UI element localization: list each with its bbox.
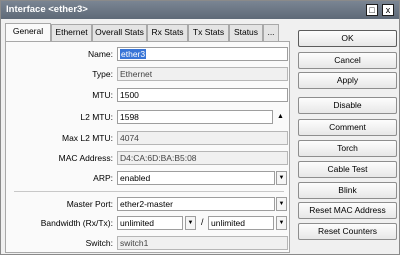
title-bar[interactable]: Interface <ether3> □ x xyxy=(1,1,399,19)
name-label: Name: xyxy=(87,49,113,59)
name-value: ether3 xyxy=(120,49,147,59)
tab-overall-stats[interactable]: Overall Stats xyxy=(92,24,147,41)
disable-button[interactable]: Disable xyxy=(298,97,397,114)
l2mtu-label: L2 MTU: xyxy=(80,112,113,122)
apply-button[interactable]: Apply xyxy=(298,72,397,89)
mac-field: D4:CA:6D:BA:B5:08 xyxy=(117,151,288,165)
blink-button[interactable]: Blink xyxy=(298,182,397,199)
bandwidth-tx-select[interactable]: unlimited xyxy=(208,216,274,230)
tab-more[interactable]: ... xyxy=(263,24,279,41)
torch-button[interactable]: Torch xyxy=(298,140,397,157)
ok-button[interactable]: OK xyxy=(298,30,397,47)
bandwidth-label: Bandwidth (Rx/Tx): xyxy=(40,218,113,228)
bandwidth-rx-select[interactable]: unlimited xyxy=(117,216,183,230)
cable-test-button[interactable]: Cable Test xyxy=(298,161,397,178)
dropdown-triangle-icon[interactable]: ▼ xyxy=(276,216,287,230)
master-port-select[interactable]: ether2-master xyxy=(117,197,275,211)
dropdown-triangle-icon[interactable]: ▼ xyxy=(185,216,196,230)
switch-field: switch1 xyxy=(117,236,288,250)
bandwidth-separator: / xyxy=(201,217,204,227)
reset-counters-button[interactable]: Reset Counters xyxy=(298,223,397,240)
tab-tx-stats[interactable]: Tx Stats xyxy=(188,24,229,41)
window-title: Interface <ether3> xyxy=(6,4,88,15)
arp-select[interactable]: enabled xyxy=(117,171,275,185)
master-port-label: Master Port: xyxy=(66,199,113,209)
mtu-label: MTU: xyxy=(92,90,113,100)
mac-label: MAC Address: xyxy=(58,153,113,163)
name-field[interactable]: ether3 xyxy=(117,47,288,61)
tab-status[interactable]: Status xyxy=(229,24,263,41)
mtu-field[interactable]: 1500 xyxy=(117,88,288,102)
arp-label: ARP: xyxy=(93,173,113,183)
cancel-button[interactable]: Cancel xyxy=(298,52,397,69)
restore-icon[interactable]: □ xyxy=(366,4,378,16)
tab-general[interactable]: General xyxy=(5,23,51,42)
type-field: Ethernet xyxy=(117,67,288,81)
up-triangle-icon[interactable]: ▲ xyxy=(275,110,286,124)
l2mtu-field[interactable]: 1598 xyxy=(117,110,273,124)
general-panel: Name: ether3 Type: Ethernet MTU: 1500 L2… xyxy=(5,41,290,253)
switch-label: Switch: xyxy=(85,238,113,248)
reset-mac-address-button[interactable]: Reset MAC Address xyxy=(298,202,397,219)
comment-button[interactable]: Comment xyxy=(298,119,397,136)
max-l2mtu-field: 4074 xyxy=(117,131,288,145)
tab-rx-stats[interactable]: Rx Stats xyxy=(147,24,188,41)
dropdown-triangle-icon[interactable]: ▼ xyxy=(276,171,287,185)
tab-ethernet[interactable]: Ethernet xyxy=(51,24,92,41)
dropdown-triangle-icon[interactable]: ▼ xyxy=(276,197,287,211)
max-l2mtu-label: Max L2 MTU: xyxy=(61,133,113,143)
separator xyxy=(14,191,284,192)
interface-window: Interface <ether3> □ x General Ethernet … xyxy=(0,0,400,255)
close-icon[interactable]: x xyxy=(382,4,394,16)
type-label: Type: xyxy=(92,69,113,79)
